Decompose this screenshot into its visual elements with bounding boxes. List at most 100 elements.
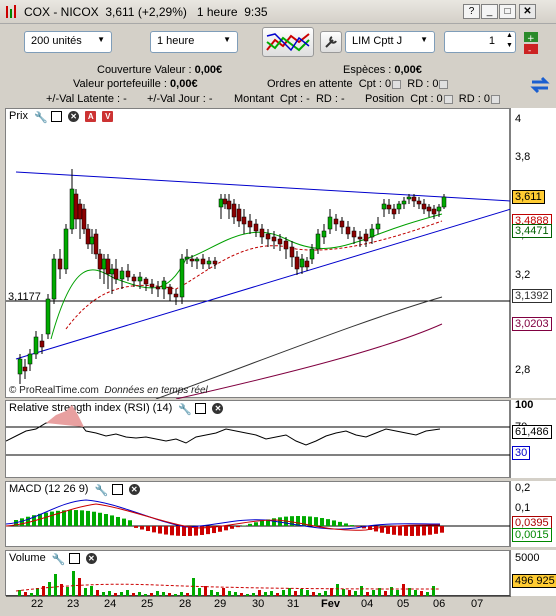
macd-chart[interactable] [6,482,511,548]
volume-bar [396,590,399,596]
candle-body [200,258,206,265]
volume-bar [282,590,285,596]
help-button[interactable]: ? [463,4,480,19]
candle-body [119,270,125,280]
volume-bar [174,594,177,596]
candle-body [396,203,402,210]
candle-body [33,336,39,355]
macd-histogram-bar [338,521,342,526]
volume-bar [72,571,75,596]
price-tick: 2,8 [515,364,531,376]
minimize-button[interactable]: _ [481,4,498,19]
volume-bar [132,593,135,596]
volume-bar [348,590,351,596]
chevron-down-icon: ▼ [97,35,105,44]
candle-body [401,200,407,205]
macd-histogram-bar [410,526,414,536]
macd-panel: MACD (12 26 9) 🔧 ✕ [5,481,511,548]
candle-body [381,203,387,210]
macd-histogram-bar [254,522,258,526]
macd-histogram-bar [158,526,162,534]
price-chart[interactable] [6,109,511,399]
volume-bar [306,590,309,596]
macd-histogram-bar [440,526,444,533]
time-axis-label: 06 [433,598,446,610]
account-montant: Montant Cpt : - RD : - [234,93,345,105]
candle-body [339,220,345,228]
volume-bar [210,590,213,596]
volume-chart[interactable] [6,551,511,597]
volume-bar [102,592,105,596]
volume-bar [426,592,429,596]
candle-body [277,238,283,245]
svg-text:-: - [528,46,531,56]
macd-histogram-bar [20,518,24,526]
refresh-button[interactable] [528,74,552,96]
macd-histogram-bar [44,512,48,526]
settings-button[interactable] [320,31,342,53]
indicators-button[interactable] [262,27,314,57]
macd-histogram-bar [272,518,276,526]
volume-bar [42,586,45,596]
time-axis-label: 29 [214,598,227,610]
units-dropdown[interactable]: 200 unités ▼ [24,31,112,53]
cancel-icon[interactable] [439,79,449,89]
volume-bar [372,590,375,596]
candle-body [113,268,119,280]
cancel-icon[interactable] [443,94,453,104]
buy-sell-icon: + - [524,32,538,56]
rsi-chart[interactable] [6,401,511,479]
volume-bar [246,594,249,596]
candle-body [431,208,437,215]
time-axis-label: 31 [287,598,300,610]
macd-histogram-bar [242,525,246,526]
macd-histogram-bar [314,517,318,526]
cancel-icon[interactable] [392,79,402,89]
macd-histogram-bar [116,516,120,526]
volume-bar [126,590,129,596]
candle-body [73,193,79,220]
candle-body [391,208,397,215]
candle-body [441,196,447,208]
volume-bar [60,584,63,596]
macd-histogram-bar [140,526,144,530]
time-axis-label: 05 [397,598,410,610]
volume-bar [108,591,111,596]
candle-body [289,246,295,258]
period-dropdown[interactable]: 1 heure ▼ [150,31,238,53]
candle-body [333,218,339,225]
candle-body [93,233,99,255]
volume-bar [192,578,195,596]
order-type-dropdown[interactable]: LIM Cptt J ▼ [345,31,435,53]
app-icon [5,4,19,20]
time-axis-label: 07 [471,598,484,610]
macd-histogram-bar [392,526,396,535]
volume-bar [366,592,369,596]
candle-body [253,223,259,232]
candle-body [416,200,422,205]
close-button[interactable]: ✕ [519,4,536,19]
volume-bar [336,584,339,596]
cancel-icon[interactable] [490,94,500,104]
time-axis-label: 04 [361,598,374,610]
volume-bar [384,591,387,596]
volume-bar [114,593,117,596]
macd-histogram-bar [398,526,402,536]
volume-bar [402,584,405,596]
volume-bar [144,594,147,596]
buy-sell-button[interactable]: + - [521,30,543,56]
price-tick: 4 [515,113,522,125]
rsi-tick-100: 100 [515,399,534,411]
account-line-3: +/-Val Latente : - [46,93,127,105]
volume-bar [120,592,123,596]
candle-body [357,236,363,240]
quantity-stepper[interactable]: ▲ ▼ [503,31,516,53]
macd-histogram-bar [128,520,132,526]
candle-body [294,256,300,270]
candle-body [327,216,333,230]
macd-histogram-bar [422,526,426,536]
volume-bar [138,592,141,596]
maximize-button[interactable]: □ [499,4,516,19]
macd-histogram-bar [170,526,174,536]
volume-bar [354,591,357,596]
